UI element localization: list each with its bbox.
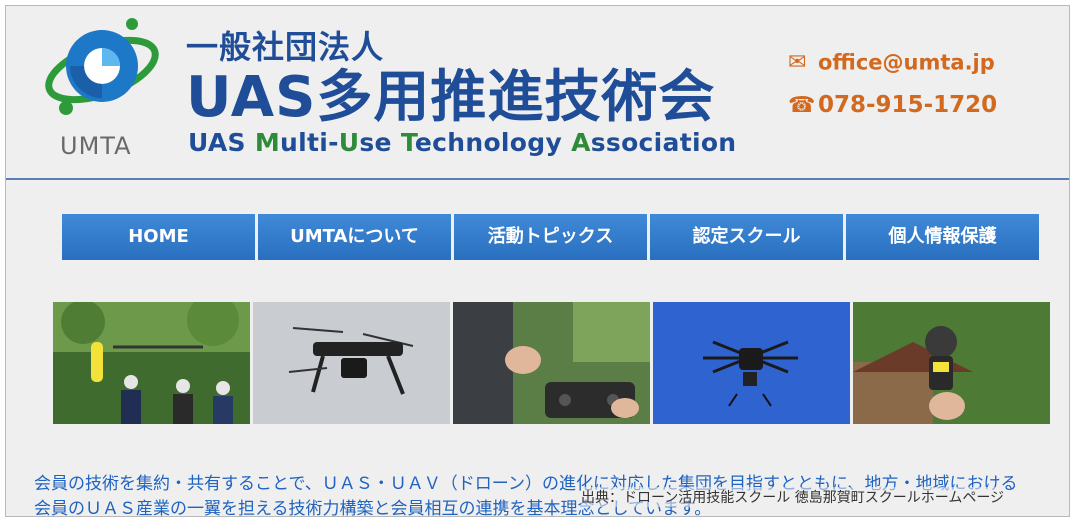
org-en-part: U (188, 128, 208, 157)
anemometer-hand-photo (853, 302, 1050, 424)
source-caption: 出典：ドローン活用技能スクール 徳島那賀町スクールホームページ (581, 487, 1005, 507)
drone-controller-operator-photo (453, 302, 650, 424)
org-en-part: se (359, 128, 401, 157)
hexacopter-blue-sky-photo (653, 302, 850, 424)
main-nav: HOME UMTAについて 活動トピックス 認定スクール 個人情報保護 (62, 214, 1042, 260)
nav-item-about[interactable]: UMTAについて (258, 214, 451, 260)
nav-item-topics[interactable]: 活動トピックス (454, 214, 647, 260)
org-en-part: ulti- (280, 128, 339, 157)
phone-number[interactable]: 078-915-1720 (818, 92, 997, 118)
drone-gray-sky-photo (253, 302, 450, 424)
org-en-part-highlight: T (400, 128, 415, 157)
org-en-part: ssociation (590, 128, 737, 157)
umta-logo[interactable]: UMTA (40, 10, 168, 162)
org-english-name: UAS Multi-Use Technology Association (188, 128, 736, 157)
contact-email[interactable]: ✉ office@umta.jp (788, 50, 995, 75)
nav-item-privacy[interactable]: 個人情報保護 (846, 214, 1039, 260)
org-en-part-highlight: A (571, 128, 591, 157)
header-divider (6, 178, 1069, 180)
contact-phone[interactable]: ☎ 078-915-1720 (788, 92, 997, 118)
org-en-part: echnology (414, 128, 572, 157)
phone-icon: ☎ (788, 92, 816, 118)
email-link[interactable]: office@umta.jp (818, 51, 995, 75)
nav-item-home[interactable]: HOME (62, 214, 255, 260)
page-frame: UMTA 一般社団法人 UAS多用推進技術会 UAS Multi-Use Tec… (5, 5, 1070, 517)
org-en-part-highlight: M (254, 128, 280, 157)
site-header: UMTA 一般社団法人 UAS多用推進技術会 UAS Multi-Use Tec… (6, 6, 1069, 178)
org-name: UAS多用推進技術会 (186, 65, 716, 130)
org-en-part: AS (207, 128, 255, 157)
photo-strip (53, 302, 1053, 424)
logo-text: UMTA (60, 132, 132, 160)
org-type: 一般社団法人 (186, 28, 385, 66)
org-en-part-highlight: U (338, 128, 360, 157)
drone-rescue-team-photo (53, 302, 250, 424)
mail-icon: ✉ (788, 50, 807, 75)
nav-item-schools[interactable]: 認定スクール (650, 214, 843, 260)
